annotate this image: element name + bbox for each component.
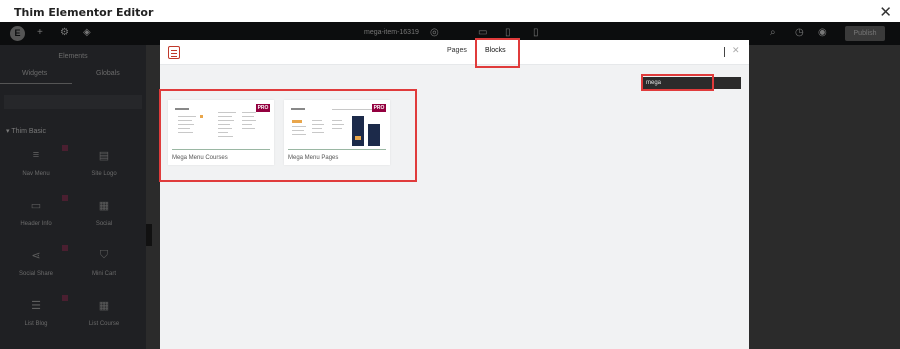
tab-blocks[interactable]: Blocks xyxy=(485,47,506,54)
elements-panel: Elements Widgets Globals ▾ Thim Basic ≡ … xyxy=(0,45,146,349)
tablet-icon[interactable]: ▯ xyxy=(505,27,511,38)
template-card-mega-menu-pages[interactable]: PRO Mega Menu Pages xyxy=(284,100,390,165)
close-icon[interactable]: ✕ xyxy=(879,3,892,21)
page-name[interactable]: mega-item-16319 xyxy=(364,29,419,36)
cart-icon: ⛉ xyxy=(99,249,109,261)
widget-header-info[interactable]: ▭ Header Info xyxy=(10,195,68,237)
pro-marker xyxy=(62,145,68,151)
share-icon: ⋖ xyxy=(31,250,41,262)
widget-label: Site Logo xyxy=(91,171,117,177)
tab-widgets[interactable]: Widgets xyxy=(22,70,47,77)
widget-label: Mini Cart xyxy=(91,271,116,277)
site-logo-icon: ▤ xyxy=(98,150,110,162)
widget-mini-cart[interactable]: ⛉ Mini Cart xyxy=(78,247,130,287)
modal-header: Pages Blocks ✕ xyxy=(160,40,749,65)
elementor-logo-icon xyxy=(168,46,180,59)
list-course-icon: ▦ xyxy=(98,300,110,312)
history-icon[interactable]: ◷ xyxy=(795,27,804,38)
tab-underline xyxy=(0,83,72,84)
settings-icon[interactable]: ⚙ xyxy=(60,27,69,38)
widget-label: Social xyxy=(95,221,113,227)
pro-marker xyxy=(62,245,68,251)
widget-site-logo[interactable]: ▤ Site Logo xyxy=(78,147,130,187)
publish-button[interactable]: Publish xyxy=(845,26,885,41)
widget-label: Social Share xyxy=(18,271,54,277)
widget-nav-menu[interactable]: ≡ Nav Menu xyxy=(10,145,68,187)
template-library-modal: Pages Blocks ✕ PRO Meg xyxy=(160,40,749,349)
section-title-text: Thim Basic xyxy=(11,128,46,135)
close-icon[interactable]: ✕ xyxy=(732,45,740,56)
mobile-icon[interactable]: ▯ xyxy=(533,27,539,38)
list-blog-icon: ☰ xyxy=(31,300,41,312)
pro-badge: PRO xyxy=(256,104,270,112)
panel-title: Elements xyxy=(58,53,88,60)
template-name: Mega Menu Courses xyxy=(172,155,228,161)
desktop-icon[interactable]: ▭ xyxy=(478,27,487,38)
widget-search-input[interactable] xyxy=(4,95,142,109)
tab-globals[interactable]: Globals xyxy=(96,70,120,77)
window-title: Thim Elementor Editor xyxy=(14,6,154,19)
widget-label: Header Info xyxy=(20,221,52,227)
section-title: ▾ Thim Basic xyxy=(6,128,46,135)
widget-social-share[interactable]: ⋖ Social Share xyxy=(10,245,68,287)
window-titlebar: Thim Elementor Editor ✕ xyxy=(0,0,900,22)
header-divider xyxy=(724,47,725,57)
pro-badge: PRO xyxy=(372,104,386,112)
pro-marker xyxy=(62,195,68,201)
page-settings-icon[interactable]: ◎ xyxy=(430,27,439,38)
header-info-icon: ▭ xyxy=(30,200,42,212)
add-icon[interactable]: + xyxy=(37,27,43,38)
elementor-logo-icon[interactable]: E xyxy=(10,26,25,41)
pro-marker xyxy=(62,295,68,301)
search-input[interactable] xyxy=(643,77,741,89)
layers-icon[interactable]: ◈ xyxy=(83,27,91,38)
widget-social[interactable]: ▦ Social xyxy=(78,197,130,237)
widget-label: Nav Menu xyxy=(22,171,50,177)
tab-pages[interactable]: Pages xyxy=(447,47,467,54)
widget-list-blog[interactable]: ☰ List Blog xyxy=(10,295,68,337)
template-name: Mega Menu Pages xyxy=(288,155,339,161)
widget-label: List Blog xyxy=(24,321,48,327)
social-icon: ▦ xyxy=(98,200,110,212)
search-icon[interactable]: ⌕ xyxy=(770,27,776,38)
nav-menu-icon: ≡ xyxy=(32,149,40,161)
template-card-mega-menu-courses[interactable]: PRO Mega Menu Courses xyxy=(168,100,274,165)
preview-icon[interactable]: ◉ xyxy=(818,27,827,38)
widget-list-course[interactable]: ▦ List Course xyxy=(78,297,130,337)
widget-label: List Course xyxy=(88,321,120,327)
